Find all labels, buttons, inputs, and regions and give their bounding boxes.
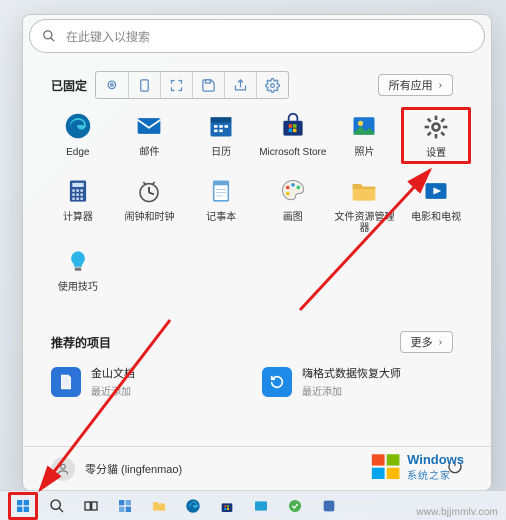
recommended-item[interactable]: 嗨格式数据恢复大师 最近添加 — [262, 365, 463, 398]
app-label: Edge — [66, 147, 89, 158]
app-calculator[interactable]: 计算器 — [43, 172, 113, 234]
taskbar-explorer-button[interactable] — [144, 494, 174, 518]
app-tips[interactable]: 使用技巧 — [43, 242, 113, 293]
store-icon — [278, 111, 308, 141]
app-label: 照片 — [354, 147, 374, 158]
app-settings[interactable]: 设置 — [401, 107, 471, 164]
reco-subtitle: 最近添加 — [91, 383, 135, 398]
taskbar-edge-button[interactable] — [178, 494, 208, 518]
watermark-brand-text: Windows — [407, 452, 464, 467]
app-label: 闹钟和时钟 — [124, 212, 174, 223]
app-label: 设置 — [426, 148, 446, 159]
app-label: 记事本 — [206, 212, 236, 223]
toolbar-expand-icon[interactable] — [160, 72, 192, 98]
app-mail[interactable]: 邮件 — [115, 107, 185, 164]
pinned-title: 已固定 — [51, 77, 87, 94]
recommended-section-header: 推荐的项目 更多 › — [51, 331, 463, 353]
more-label: 更多 — [411, 334, 433, 350]
tips-icon — [63, 246, 93, 276]
mail-icon — [134, 111, 164, 141]
app-label: 文件资源管理器 — [330, 212, 400, 234]
search-box[interactable]: 在此键入以搜索 — [29, 19, 485, 53]
taskbar-store-button[interactable] — [212, 494, 242, 518]
taskbar-widgets-button[interactable] — [110, 494, 140, 518]
reco-title: 嗨格式数据恢复大师 — [302, 365, 401, 381]
paint-icon — [278, 176, 308, 206]
watermark-brand: Windows 系统之家 — [369, 450, 464, 484]
chevron-right-icon: › — [439, 80, 442, 91]
app-label: 邮件 — [139, 147, 159, 158]
app-label: 日历 — [211, 147, 231, 158]
doc-icon — [51, 367, 81, 397]
app-clock[interactable]: 闹钟和时钟 — [115, 172, 185, 234]
reco-title: 金山文档 — [91, 365, 135, 381]
reco-subtitle: 最近添加 — [302, 383, 401, 398]
app-label: Microsoft Store — [259, 147, 326, 158]
pinned-section-header: 已固定 所有应用 › — [51, 71, 463, 99]
recommended-item[interactable]: 金山文档 最近添加 — [51, 365, 252, 398]
pinned-toolbar — [95, 71, 289, 99]
movies-icon — [421, 176, 451, 206]
all-apps-label: 所有应用 — [389, 77, 433, 93]
toolbar-settings-icon[interactable] — [256, 72, 288, 98]
notepad-icon — [206, 176, 236, 206]
app-notepad[interactable]: 记事本 — [186, 172, 256, 234]
taskbar-app-1[interactable] — [246, 494, 276, 518]
toolbar-save-icon[interactable] — [192, 72, 224, 98]
calendar-icon — [206, 111, 236, 141]
watermark-url: www.bjjmmlv.com — [416, 507, 498, 518]
taskbar-start-button[interactable] — [8, 492, 38, 520]
taskbar-app-2[interactable] — [280, 494, 310, 518]
user-avatar[interactable] — [51, 457, 75, 481]
app-label: 计算器 — [63, 212, 93, 223]
search-icon — [42, 29, 56, 43]
taskbar-search-button[interactable] — [42, 494, 72, 518]
clock-icon — [134, 176, 164, 206]
recommended-grid: 金山文档 最近添加 嗨格式数据恢复大师 最近添加 — [23, 361, 491, 402]
recovery-icon — [262, 367, 292, 397]
app-photos[interactable]: 照片 — [330, 107, 400, 164]
app-label: 画图 — [283, 212, 303, 223]
taskbar-taskview-button[interactable] — [76, 494, 106, 518]
app-explorer[interactable]: 文件资源管理器 — [330, 172, 400, 234]
taskbar-app-3[interactable] — [314, 494, 344, 518]
toolbar-zoom-icon[interactable] — [96, 72, 128, 98]
pinned-grid: Edge 邮件 日历 Microsoft Store — [23, 107, 491, 293]
windows-logo-icon — [369, 450, 403, 484]
toolbar-tablet-icon[interactable] — [128, 72, 160, 98]
settings-icon — [421, 112, 451, 142]
app-edge[interactable]: Edge — [43, 107, 113, 164]
app-movies[interactable]: 电影和电视 — [401, 172, 471, 234]
more-button[interactable]: 更多 › — [400, 331, 453, 353]
app-paint[interactable]: 画图 — [258, 172, 328, 234]
folder-icon — [349, 176, 379, 206]
watermark-brand-sub: 系统之家 — [407, 467, 464, 482]
calculator-icon — [63, 176, 93, 206]
recommended-title: 推荐的项目 — [51, 334, 111, 351]
photos-icon — [349, 111, 379, 141]
all-apps-button[interactable]: 所有应用 › — [378, 74, 453, 96]
app-calendar[interactable]: 日历 — [186, 107, 256, 164]
chevron-right-icon: › — [439, 337, 442, 348]
edge-icon — [63, 111, 93, 141]
app-label: 电影和电视 — [411, 212, 461, 223]
app-store[interactable]: Microsoft Store — [258, 107, 328, 164]
start-menu-panel: 在此键入以搜索 已固定 所有应用 › — [22, 14, 492, 491]
user-name: 零分貓 (lingfenmao) — [85, 461, 182, 477]
toolbar-share-icon[interactable] — [224, 72, 256, 98]
search-placeholder: 在此键入以搜索 — [66, 28, 150, 45]
app-label: 使用技巧 — [58, 282, 98, 293]
